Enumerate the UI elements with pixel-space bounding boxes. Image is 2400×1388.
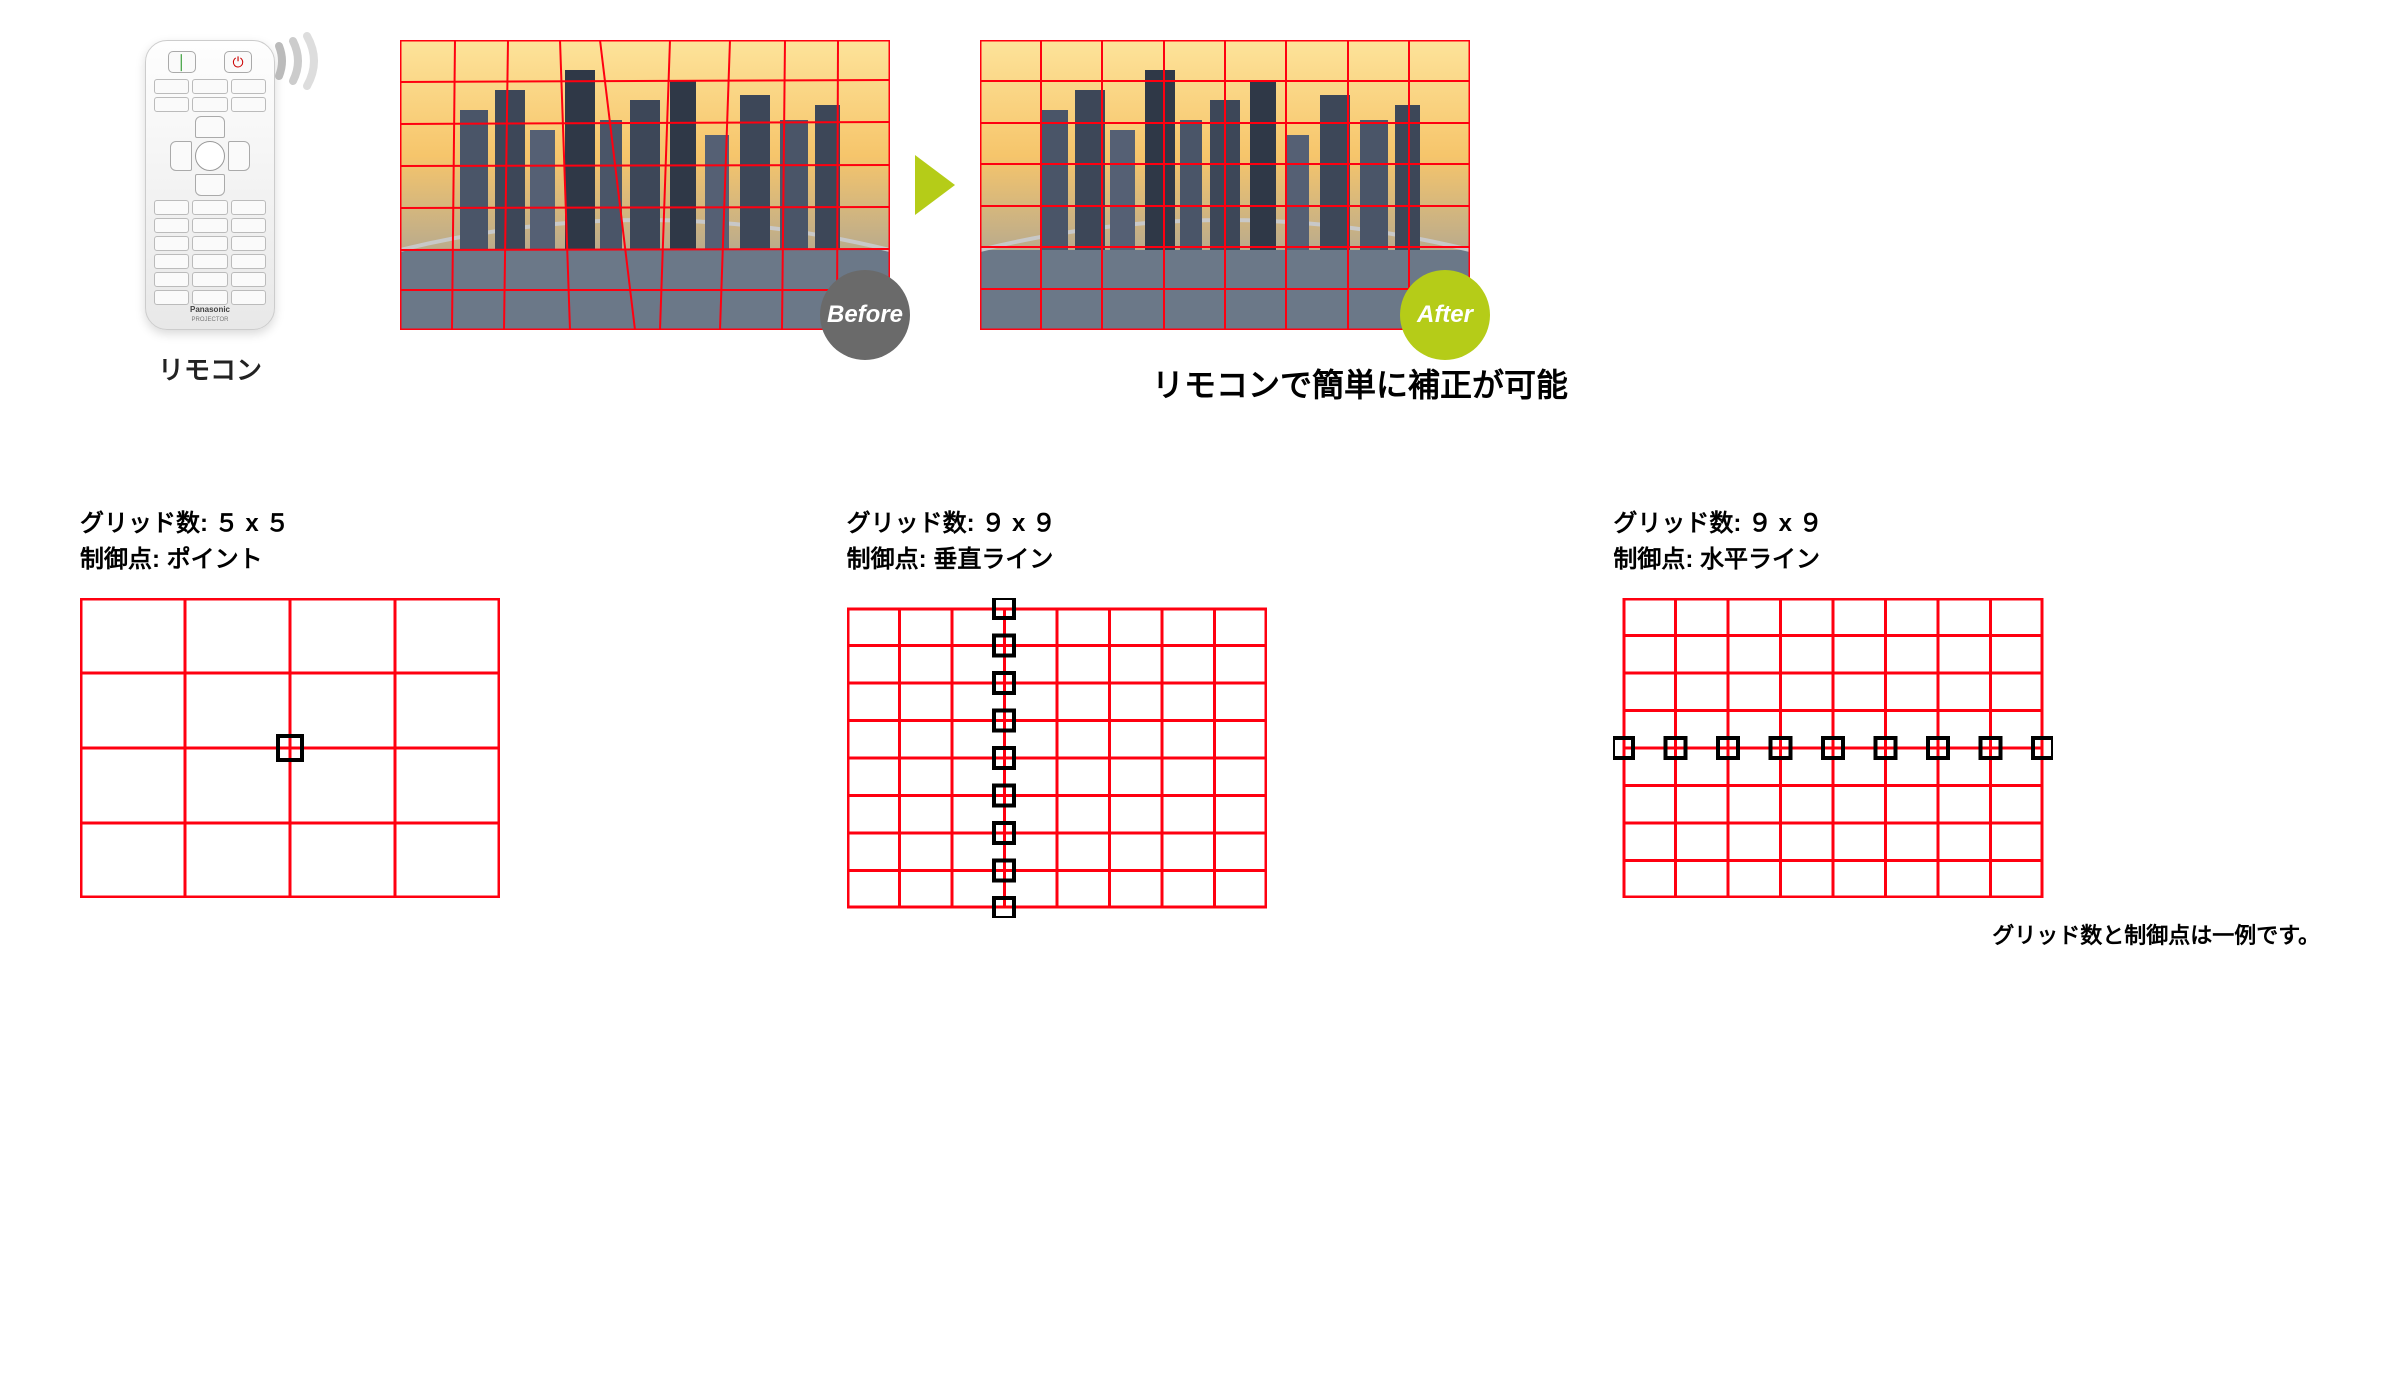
remote-label: リモコン: [80, 350, 340, 387]
control-label: 制御点:: [847, 546, 934, 573]
remote-control-image: │ ⏻ Panasonic PROJECTOR: [145, 40, 275, 330]
standby-button: ⏻: [224, 51, 252, 73]
grid-diagram-point: [80, 598, 500, 898]
after-badge: After: [1400, 270, 1490, 360]
control-value: 水平ライン: [1700, 546, 1820, 573]
before-badge: Before: [820, 270, 910, 360]
grid-count-label: グリッド数:: [80, 510, 215, 537]
grid-card-5x5-point: グリッド数: ５ x ５ 制御点: ポイント: [80, 506, 787, 950]
grid-count-label: グリッド数:: [1613, 510, 1748, 537]
top-comparison-row: │ ⏻ Panasonic PROJECTOR リモコン: [80, 40, 2320, 406]
remote-brand: Panasonic: [190, 305, 230, 314]
grid-count-value: ９ x ９: [981, 510, 1056, 537]
power-on-button: │: [168, 51, 196, 73]
before-image: Before: [400, 40, 890, 330]
grid-card-9x9-vline: グリッド数: ９ x ９ 制御点: 垂直ライン: [847, 506, 1554, 950]
grid-card-9x9-hline: グリッド数: ９ x ９ 制御点: 水平ライン: [1613, 506, 2320, 950]
grids-note: グリッド数と制御点は一例です。: [1613, 918, 2320, 950]
control-value: ポイント: [167, 546, 263, 573]
after-image: After: [980, 40, 1470, 330]
grid-examples-row: グリッド数: ５ x ５ 制御点: ポイント グリッド数: ９ x ９ 制御点:…: [80, 506, 2320, 950]
grid-diagram-vline: [847, 598, 1267, 918]
arrow-icon: [915, 155, 955, 215]
dpad: [170, 116, 250, 196]
control-label: 制御点:: [1613, 546, 1700, 573]
control-label: 制御点:: [80, 546, 167, 573]
comparison-caption: リモコンで簡単に補正が可能: [400, 360, 2320, 406]
grid-diagram-hline: [1613, 598, 2053, 898]
before-after-area: Before: [400, 40, 2320, 330]
grid-count-value: ５ x ５: [215, 510, 290, 537]
signal-icon: [259, 26, 329, 96]
grid-count-value: ９ x ９: [1748, 510, 1823, 537]
remote-brand-sub: PROJECTOR: [192, 317, 229, 323]
control-value: 垂直ライン: [933, 546, 1053, 573]
remote-area: │ ⏻ Panasonic PROJECTOR リモコン: [80, 40, 340, 387]
grid-count-label: グリッド数:: [847, 510, 982, 537]
